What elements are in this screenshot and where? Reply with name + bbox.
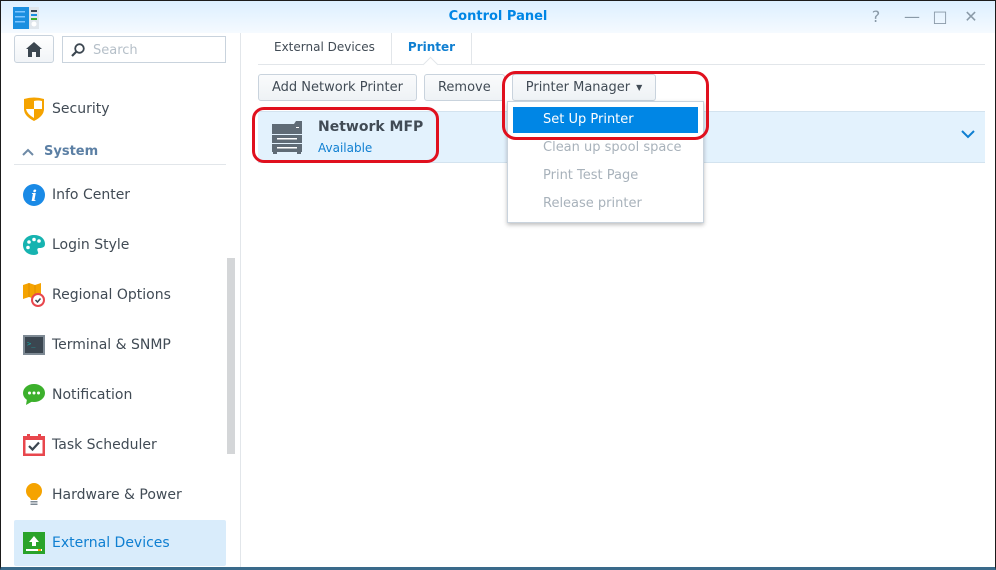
window-title: Control Panel: [448, 9, 548, 24]
printer-manager-label: Printer Manager: [525, 80, 631, 95]
menu-item-clean-up-spool-space[interactable]: Clean up spool space: [513, 135, 698, 161]
info-icon: i: [22, 183, 46, 207]
add-network-printer-button[interactable]: Add Network Printer: [258, 74, 417, 101]
svg-text:i: i: [31, 187, 37, 205]
home-icon: [26, 42, 42, 57]
sidebar-scrollbar[interactable]: [227, 258, 235, 454]
palette-icon: [22, 233, 46, 257]
sidebar-item-label: Info Center: [52, 187, 131, 203]
device-status: Available: [318, 141, 373, 155]
sidebar-item-hardware-power[interactable]: Hardware & Power: [14, 472, 226, 518]
caret-down-icon: ▼: [636, 83, 643, 92]
section-system-header[interactable]: System: [14, 139, 226, 165]
sidebar-item-task-scheduler[interactable]: Task Scheduler: [14, 422, 226, 468]
sidebar-item-external-devices[interactable]: External Devices: [14, 520, 226, 566]
printer-icon: [272, 121, 302, 154]
sidebar-item-label: Login Style: [52, 237, 130, 253]
chat-bubble-icon: [22, 383, 46, 407]
section-system-label: System: [44, 144, 99, 159]
chevron-down-icon[interactable]: [961, 130, 975, 139]
sidebar-item-label: Task Scheduler: [52, 437, 157, 453]
tab-external-devices[interactable]: External Devices: [258, 33, 392, 64]
tab-bar: External Devices Printer: [258, 33, 985, 65]
calendar-check-icon: [22, 433, 46, 457]
menu-item-print-test-page[interactable]: Print Test Page: [513, 163, 698, 189]
close-icon: ✕: [964, 7, 978, 26]
printer-manager-menu: Set Up Printer Clean up spool space Prin…: [507, 101, 704, 223]
toolbar: Add Network Printer Remove Printer Manag…: [258, 74, 657, 101]
close-button[interactable]: ✕: [962, 8, 980, 26]
remove-button[interactable]: Remove: [423, 74, 505, 101]
sidebar: Security System i Info Center Login Styl…: [1, 33, 241, 567]
home-button[interactable]: [14, 35, 54, 63]
shield-icon: [22, 97, 46, 121]
maximize-icon: □: [932, 7, 948, 26]
lightbulb-icon: [22, 483, 46, 507]
menu-item-set-up-printer[interactable]: Set Up Printer: [513, 107, 698, 133]
sidebar-item-security[interactable]: Security: [14, 86, 226, 132]
printer-manager-button[interactable]: Printer Manager ▼: [511, 74, 657, 101]
sidebar-item-notification[interactable]: Notification: [14, 372, 226, 418]
sidebar-item-label: Security: [52, 101, 110, 117]
sidebar-item-info-center[interactable]: i Info Center: [14, 172, 226, 218]
sidebar-item-label: Regional Options: [52, 287, 171, 303]
device-name: Network MFP: [318, 119, 424, 135]
sidebar-item-label: External Devices: [52, 535, 170, 551]
sidebar-item-label: Notification: [52, 387, 133, 403]
external-device-icon: [22, 531, 46, 555]
sidebar-item-label: Terminal & SNMP: [52, 337, 171, 353]
sidebar-item-label: Hardware & Power: [52, 487, 182, 503]
terminal-icon: >_: [22, 333, 46, 357]
minimize-icon: —: [904, 7, 920, 26]
svg-text:>_: >_: [27, 340, 36, 348]
sidebar-item-login-style[interactable]: Login Style: [14, 222, 226, 268]
search-field[interactable]: [62, 36, 226, 63]
tab-printer[interactable]: Printer: [392, 33, 473, 64]
menu-item-release-printer[interactable]: Release printer: [513, 191, 698, 217]
search-icon: [71, 43, 85, 57]
title-bar: Control Panel ? — □ ✕: [1, 1, 995, 33]
maximize-button[interactable]: □: [931, 8, 949, 26]
sidebar-item-terminal-snmp[interactable]: >_ Terminal & SNMP: [14, 322, 226, 368]
help-button[interactable]: ?: [867, 8, 885, 26]
control-panel-window: Control Panel ? — □ ✕ Search Security Sy…: [0, 0, 996, 570]
help-icon: ?: [871, 7, 881, 26]
minimize-button[interactable]: —: [903, 8, 921, 26]
map-clock-icon: [22, 283, 46, 307]
chevron-up-icon: [22, 148, 34, 156]
sidebar-item-regional-options[interactable]: Regional Options: [14, 272, 226, 318]
search-input[interactable]: [93, 40, 221, 60]
